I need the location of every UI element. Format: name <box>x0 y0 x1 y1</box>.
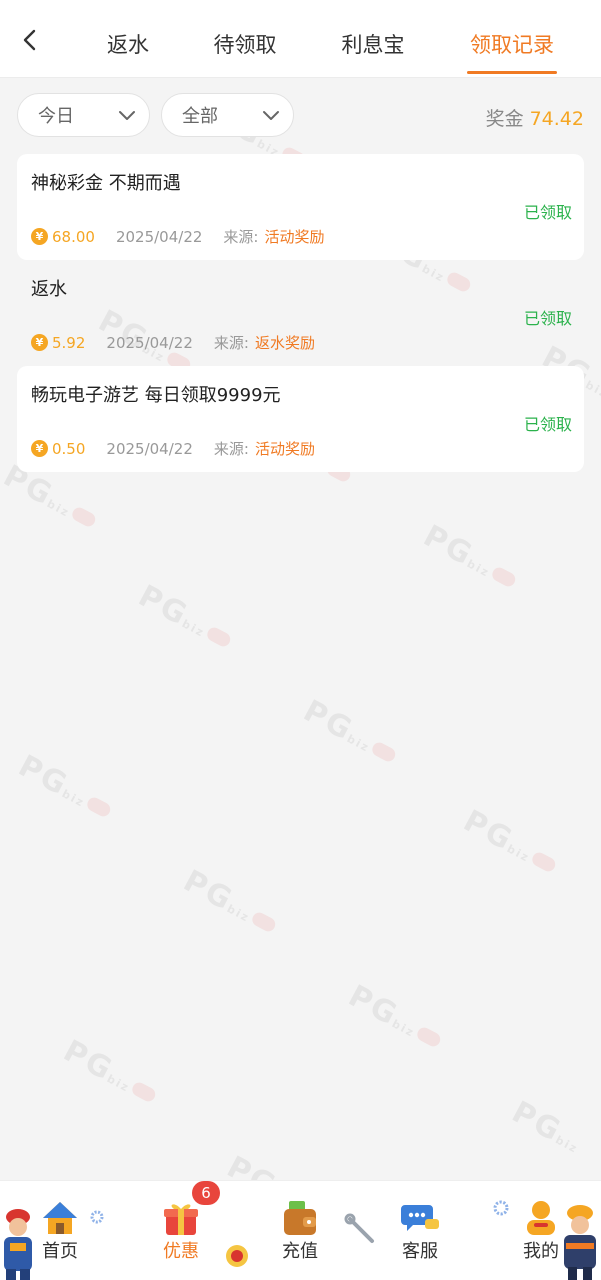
coin-decoration-icon <box>226 1245 248 1267</box>
nav-home[interactable]: 首页 <box>15 1181 105 1280</box>
record-source: 活动奖励 <box>254 440 315 458</box>
record-source-label: 来源: <box>213 334 249 352</box>
bonus-label: 奖金 <box>485 108 524 130</box>
chevron-left-icon <box>23 29 36 51</box>
date-filter-dropdown[interactable]: 今日 <box>17 93 150 137</box>
nav-label: 客服 <box>402 1241 438 1262</box>
chevron-down-icon <box>263 111 279 120</box>
record-source: 返水奖励 <box>254 334 315 352</box>
record-item: 返水 已领取 ¥ 5.92 2025/04/22 来源: 返水奖励 <box>17 260 584 366</box>
gift-icon <box>164 1204 198 1235</box>
record-date: 2025/04/22 <box>106 333 193 352</box>
nav-recharge[interactable]: 充值 <box>255 1181 345 1280</box>
type-filter-dropdown[interactable]: 全部 <box>161 93 294 137</box>
record-status: 已领取 <box>523 415 572 434</box>
coin-icon: ¥ <box>31 228 48 245</box>
tab-rebate[interactable]: 返水 <box>105 28 151 62</box>
mascot-worker-right-icon <box>564 1205 596 1280</box>
bonus-total: 奖金 74.42 <box>486 104 584 131</box>
chat-icon <box>401 1205 439 1231</box>
record-item: 畅玩电子游艺 每日领取9999元 已领取 ¥ 0.50 2025/04/22 来… <box>17 366 584 472</box>
nav-label: 优惠 <box>163 1241 199 1262</box>
type-filter-label: 全部 <box>182 106 218 127</box>
nav-label: 首页 <box>42 1241 78 1262</box>
date-filter-label: 今日 <box>38 106 74 127</box>
record-item: 神秘彩金 不期而遇 已领取 ¥ 68.00 2025/04/22 来源: 活动奖… <box>17 154 584 260</box>
record-source-label: 来源: <box>213 440 249 458</box>
record-source: 活动奖励 <box>264 228 325 246</box>
record-meta: ¥ 5.92 2025/04/22 来源: 返水奖励 <box>31 332 315 353</box>
coin-icon: ¥ <box>31 334 48 351</box>
wrench-icon <box>344 1213 374 1243</box>
chevron-down-icon <box>119 111 135 120</box>
nav-label: 充值 <box>282 1241 318 1262</box>
record-title: 返水 <box>31 279 67 300</box>
record-title: 神秘彩金 不期而遇 <box>31 173 181 194</box>
record-meta: ¥ 68.00 2025/04/22 来源: 活动奖励 <box>31 226 325 247</box>
record-date: 2025/04/22 <box>115 227 203 246</box>
tab-interest[interactable]: 利息宝 <box>340 28 406 62</box>
coin-icon: ¥ <box>31 440 48 457</box>
record-amount: 5.92 <box>52 333 86 352</box>
back-button[interactable] <box>12 22 48 58</box>
bottom-nav-bar: 首页 优惠 充值 客服 我的 <box>0 1180 601 1280</box>
nav-customer-service[interactable]: 客服 <box>375 1181 465 1280</box>
record-title: 畅玩电子游艺 每日领取9999元 <box>31 385 281 406</box>
house-icon <box>43 1202 77 1234</box>
tab-pending[interactable]: 待领取 <box>212 28 278 62</box>
record-status: 已领取 <box>523 309 572 328</box>
profile-icon <box>527 1201 555 1235</box>
wallet-icon <box>284 1201 316 1235</box>
top-tab-bar: 返水 待领取 利息宝 领取记录 <box>0 0 601 78</box>
record-date: 2025/04/22 <box>106 439 193 458</box>
record-status: 已领取 <box>523 203 572 222</box>
record-source-label: 来源: <box>223 228 259 246</box>
record-amount: 0.50 <box>52 439 86 458</box>
promo-count-badge: 6 <box>192 1181 220 1205</box>
record-amount: 68.00 <box>52 227 95 246</box>
tab-claim-history[interactable]: 领取记录 <box>467 28 557 74</box>
record-meta: ¥ 0.50 2025/04/22 来源: 活动奖励 <box>31 438 315 459</box>
bonus-value: 74.42 <box>529 108 584 130</box>
